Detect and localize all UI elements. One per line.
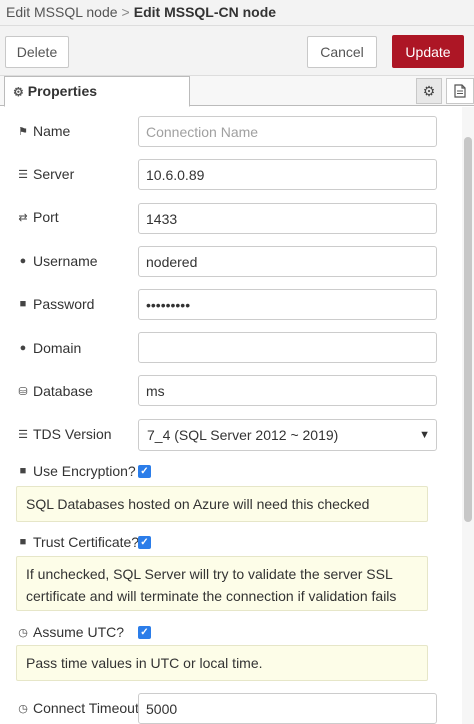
tray-toolbar: Delete Cancel Update xyxy=(0,26,474,76)
user-icon: ● xyxy=(19,342,27,354)
tabs-bar: ⚙ Properties ⚙ xyxy=(0,76,474,107)
tag-icon: ⚑ xyxy=(18,125,28,138)
name-label: ⚑ Name xyxy=(18,123,71,139)
server-label: ☰ Server xyxy=(18,166,75,182)
breadcrumb-current: Edit MSSQL-CN node xyxy=(133,4,277,20)
database-field[interactable] xyxy=(138,375,437,406)
tab-properties-label: Properties xyxy=(27,83,98,99)
trust-certificate-note: If unchecked, SQL Server will try to val… xyxy=(16,556,428,611)
properties-panel: ⚑Name ☰Server ⇄Port ●Username ■Password … xyxy=(0,107,462,724)
use-encryption-note: SQL Databases hosted on Azure will need … xyxy=(16,486,428,522)
breadcrumb: Edit MSSQL node > Edit MSSQL-CN node xyxy=(0,0,474,26)
lock-icon: ■ xyxy=(19,465,27,477)
delete-button[interactable]: Delete xyxy=(5,36,69,68)
domain-field[interactable] xyxy=(138,332,437,363)
gear-icon: ⚙ xyxy=(422,82,436,99)
tds-version-value: 7_4 (SQL Server 2012 ~ 2019) xyxy=(147,427,339,443)
tab-properties[interactable]: ⚙ Properties xyxy=(4,76,190,107)
use-encryption-checkbox[interactable]: ✓ xyxy=(138,465,151,478)
settings-tab-button[interactable]: ⚙ xyxy=(416,78,442,104)
random-icon: ⇄ xyxy=(18,211,28,224)
username-label: ● Username xyxy=(17,253,98,269)
assume-utc-label: ◷ Assume UTC? xyxy=(18,624,125,640)
password-field[interactable] xyxy=(138,289,437,320)
connect-timeout-label: ◷ Connect Timeout xyxy=(18,700,139,716)
user-icon: ● xyxy=(19,255,27,267)
cancel-button[interactable]: Cancel xyxy=(307,36,377,68)
username-field[interactable] xyxy=(138,246,437,277)
port-label: ⇄ Port xyxy=(18,209,59,225)
lock-icon: ■ xyxy=(19,536,27,548)
port-field[interactable] xyxy=(138,203,437,234)
password-label: ■ Password xyxy=(17,296,95,312)
lock-icon: ■ xyxy=(19,298,27,310)
tds-version-label: ☰ TDS Version xyxy=(18,426,112,442)
gear-icon: ⚙ xyxy=(13,85,24,99)
server-field[interactable] xyxy=(138,159,437,190)
clock-icon: ◷ xyxy=(18,626,28,639)
server-icon: ☰ xyxy=(18,168,28,181)
tds-version-select[interactable]: 7_4 (SQL Server 2012 ~ 2019) ▼ xyxy=(138,419,437,451)
breadcrumb-separator: > xyxy=(121,4,130,20)
connect-timeout-field[interactable] xyxy=(138,693,437,724)
assume-utc-checkbox[interactable]: ✓ xyxy=(138,626,151,639)
trust-certificate-checkbox[interactable]: ✓ xyxy=(138,536,151,549)
breadcrumb-parent[interactable]: Edit MSSQL node xyxy=(6,4,118,20)
document-icon xyxy=(454,84,466,98)
database-icon: ⛁ xyxy=(18,385,28,398)
assume-utc-note: Pass time values in UTC or local time. xyxy=(16,645,428,681)
scrollbar-thumb[interactable] xyxy=(464,137,472,522)
trust-certificate-label: ■ Trust Certificate? xyxy=(17,534,139,550)
description-tab-button[interactable] xyxy=(446,78,474,104)
list-icon: ☰ xyxy=(18,428,28,441)
use-encryption-label: ■ Use Encryption? xyxy=(17,463,136,479)
chevron-down-icon: ▼ xyxy=(419,429,430,441)
domain-label: ● Domain xyxy=(17,340,82,356)
clock-icon: ◷ xyxy=(18,702,28,715)
name-field[interactable] xyxy=(138,116,437,147)
database-label: ⛁ Database xyxy=(18,383,93,399)
update-button[interactable]: Update xyxy=(392,35,464,68)
